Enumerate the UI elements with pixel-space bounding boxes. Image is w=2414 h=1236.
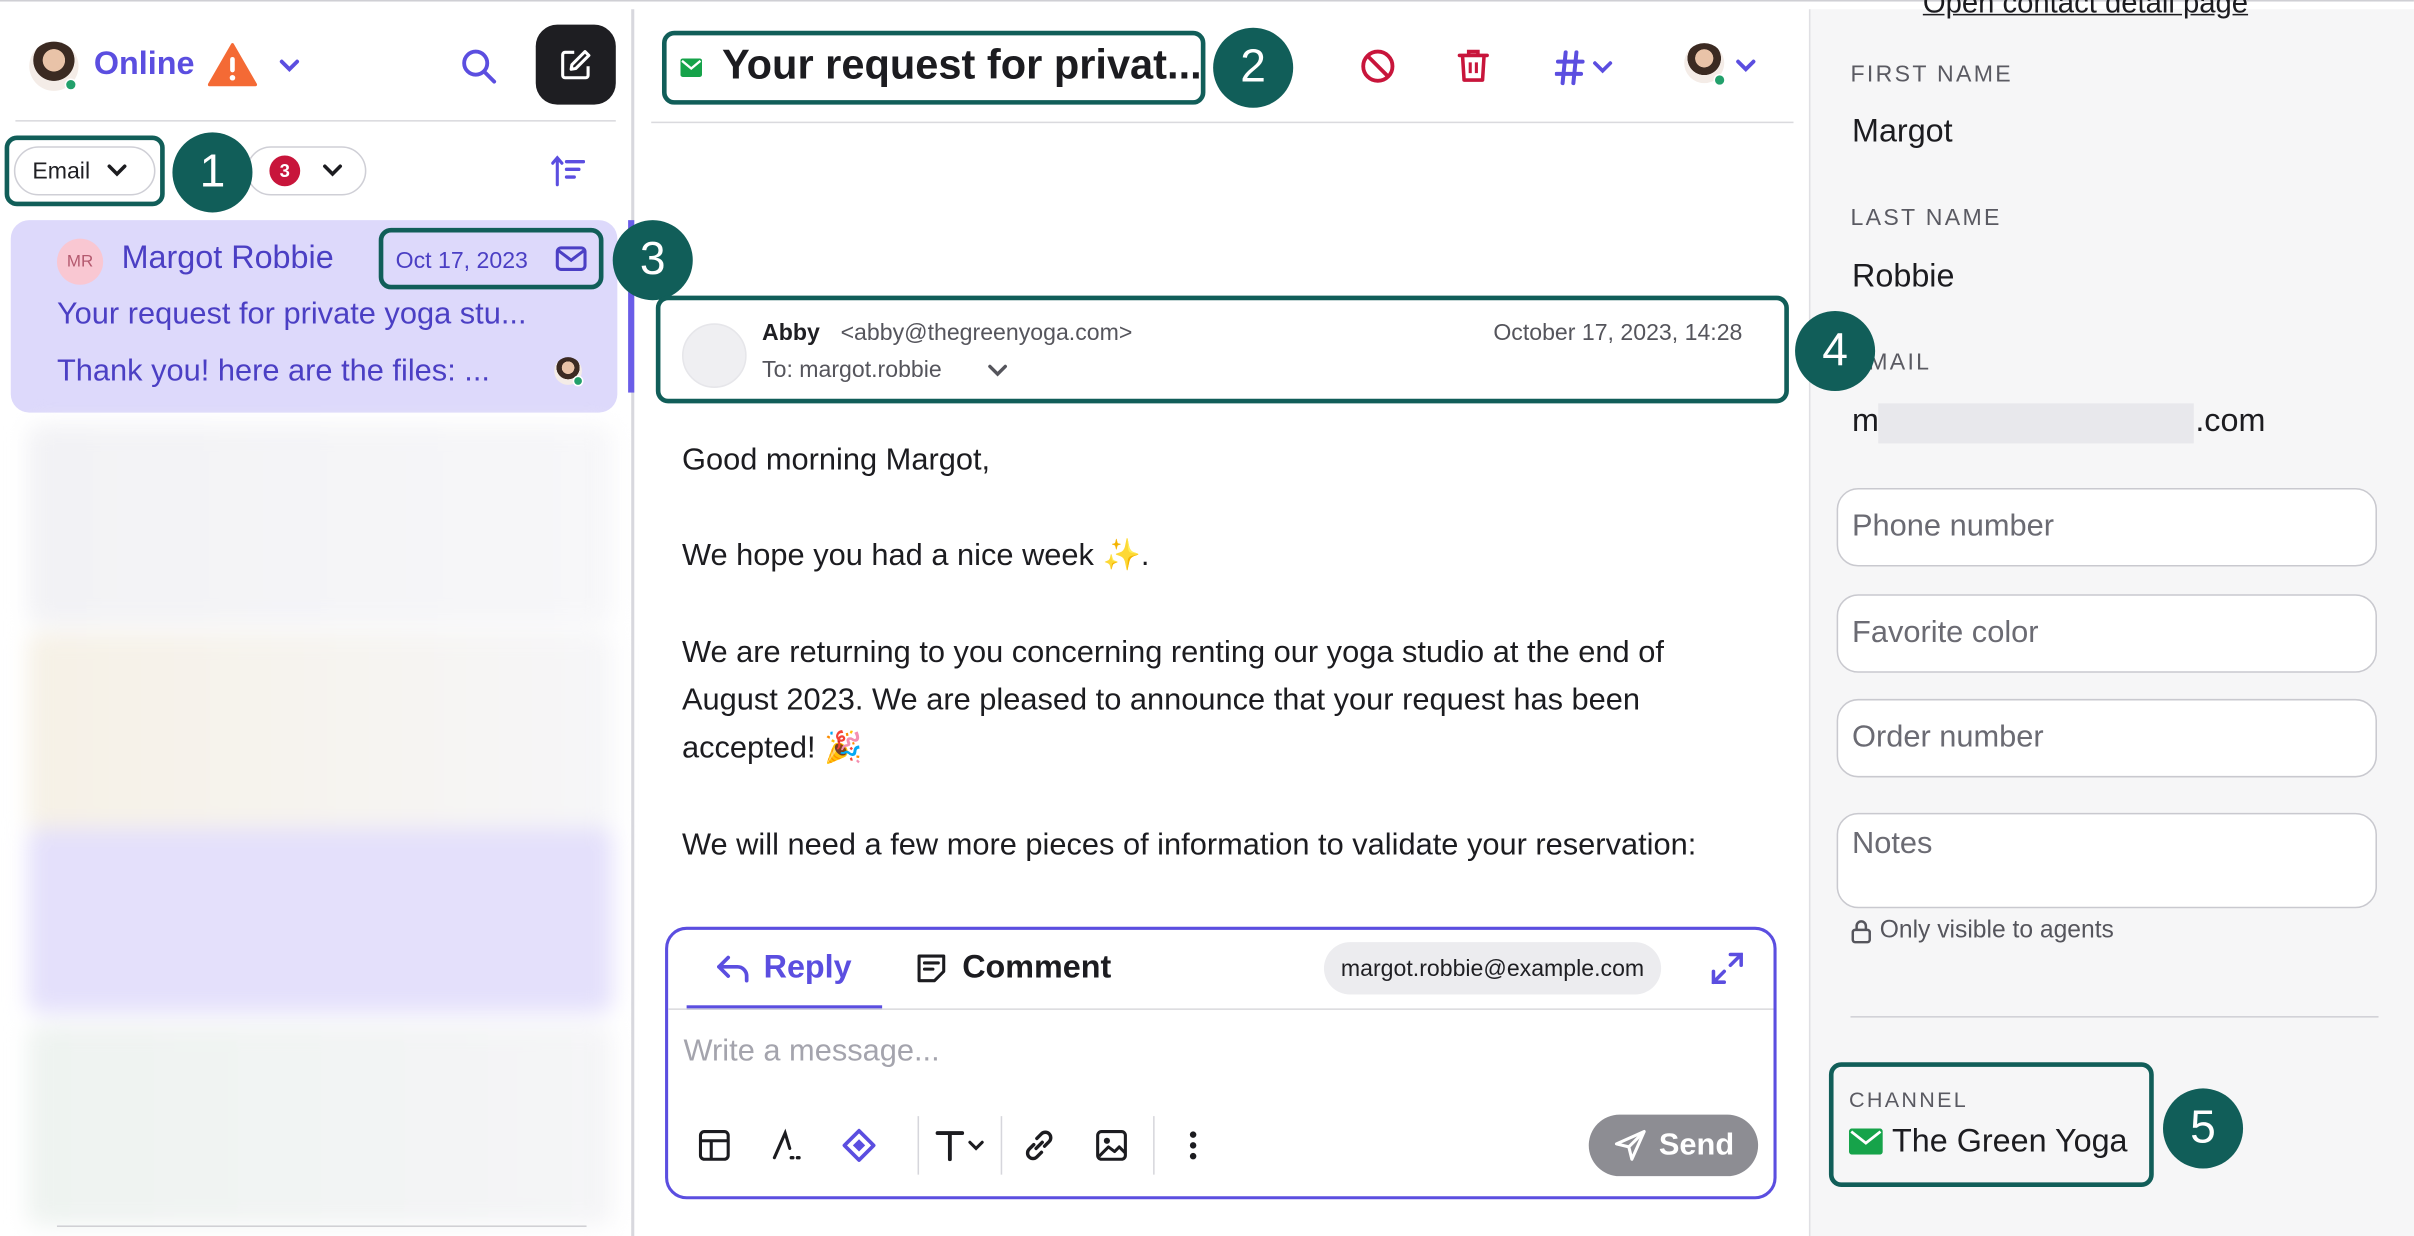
ai-assist-icon[interactable] [841,1127,878,1164]
link-icon[interactable] [1021,1127,1058,1164]
sort-icon[interactable] [551,154,586,188]
tag-hash-icon[interactable] [1554,48,1617,88]
warning-icon[interactable] [207,42,258,88]
email-value-suffix: .com [2195,403,2266,439]
message-input[interactable] [683,1028,1746,1075]
redacted-email [1878,403,2194,444]
tab-comment[interactable]: Comment [962,950,1111,987]
composer-tab-divider [668,1008,1774,1010]
last-name-value[interactable]: Robbie [1852,259,1954,296]
message-paragraph: Good morning Margot, [681,443,991,478]
list-bottom-divider [56,1225,587,1227]
message-paragraph: We hope you had a nice week ✨. [681,538,1150,573]
send-label: Send [1658,1127,1735,1162]
callout-number: 4 [1795,310,1876,392]
channel-filter-dropdown[interactable]: Email [13,146,156,196]
recipient-chip[interactable]: margot.robbie@example.com [1323,942,1662,995]
callout-highlight [655,295,1789,404]
contact-initials-avatar: MR [56,238,104,285]
conversation-date: Oct 17, 2023 [395,247,528,275]
expand-recipients-icon[interactable] [987,363,1009,378]
agent-status-label[interactable]: Online [94,46,195,83]
chevron-down-icon [323,164,342,177]
compose-icon [561,50,591,80]
more-options-icon[interactable] [1175,1127,1212,1164]
lock-icon [1851,920,1871,944]
conversation-title[interactable]: Your request for privat... [722,42,1202,90]
first-name-label: FIRST NAME [1850,61,2014,88]
chevron-down-icon[interactable] [279,59,301,74]
assignee-online-indicator [1713,73,1726,87]
channel-filter-label: Email [32,157,91,184]
trash-icon[interactable] [1453,46,1493,86]
last-name-label: LAST NAME [1850,204,2002,231]
comment-icon [917,954,946,983]
online-indicator [64,78,77,91]
compose-button[interactable] [535,24,616,105]
thread-header-divider [651,121,1794,124]
sender-avatar [681,323,747,388]
toolbar-separator [1000,1116,1003,1175]
callout-number: 2 [1213,27,1294,108]
unread-count-badge: 3 [269,155,301,187]
send-button[interactable]: Send [1588,1114,1759,1177]
details-divider [1850,1016,2379,1018]
message-paragraph: We are returning to you concerning renti… [681,635,1664,766]
conversation-contact-name: Margot Robbie [121,240,334,276]
image-icon[interactable] [1093,1127,1130,1164]
channel-name: The Green Yoga [1892,1123,2128,1160]
email-icon [1848,1128,1883,1155]
sender-email: <abby@thegreenyoga.com> [840,320,1133,347]
chevron-down-icon [106,164,126,177]
phone-number-field[interactable] [1836,488,2377,567]
blurred-conversation-list [27,424,613,1226]
panel-divider [631,9,635,1236]
toolbar-separator [1153,1116,1155,1175]
assignee-online-indicator [572,375,584,387]
callout-number: 1 [172,132,253,213]
block-icon[interactable] [1358,46,1398,86]
callout-number: 5 [2162,1088,2244,1169]
first-name-value[interactable]: Margot [1852,114,1953,151]
visibility-note-text: Only visible to agents [1879,917,2114,944]
channel-label: CHANNEL [1848,1086,1969,1112]
status-filter-dropdown[interactable]: 3 [246,146,367,196]
template-icon[interactable] [696,1127,733,1164]
toolbar-separator [917,1116,920,1175]
recipient-line: To: margot.robbie [762,357,942,384]
conversation-preview: Thank you! here are the files: ... [56,354,490,388]
contact-detail-link[interactable]: Open contact detail page [1923,0,2248,22]
text-format-icon[interactable] [933,1127,988,1164]
message-timestamp: October 17, 2023, 14:28 [1493,320,1743,347]
email-icon [680,58,703,77]
expand-icon[interactable] [1709,950,1746,987]
notes-visibility-note: Only visible to agents [1850,917,2114,946]
favorite-color-field[interactable] [1836,594,2377,673]
search-icon[interactable] [459,46,499,86]
signature-icon[interactable] [768,1127,805,1164]
send-icon [1614,1129,1646,1161]
tab-reply[interactable]: Reply [764,950,852,987]
notes-field[interactable] [1836,812,2377,909]
message-paragraph: We will need a few more pieces of inform… [681,828,1697,863]
header-divider [15,120,616,122]
app-window: Online Email 3 MR Margot Robbie Oct 17, … [0,0,2414,1236]
chevron-down-icon[interactable] [1735,59,1757,74]
email-value-prefix: m [1852,403,1879,439]
email-channel-icon [555,246,587,271]
callout-number: 3 [612,220,693,301]
conversation-subject: Your request for private yoga stu... [56,297,527,331]
order-number-field[interactable] [1836,698,2377,778]
sender-name: Abby [762,320,820,347]
reply-icon [717,955,749,983]
